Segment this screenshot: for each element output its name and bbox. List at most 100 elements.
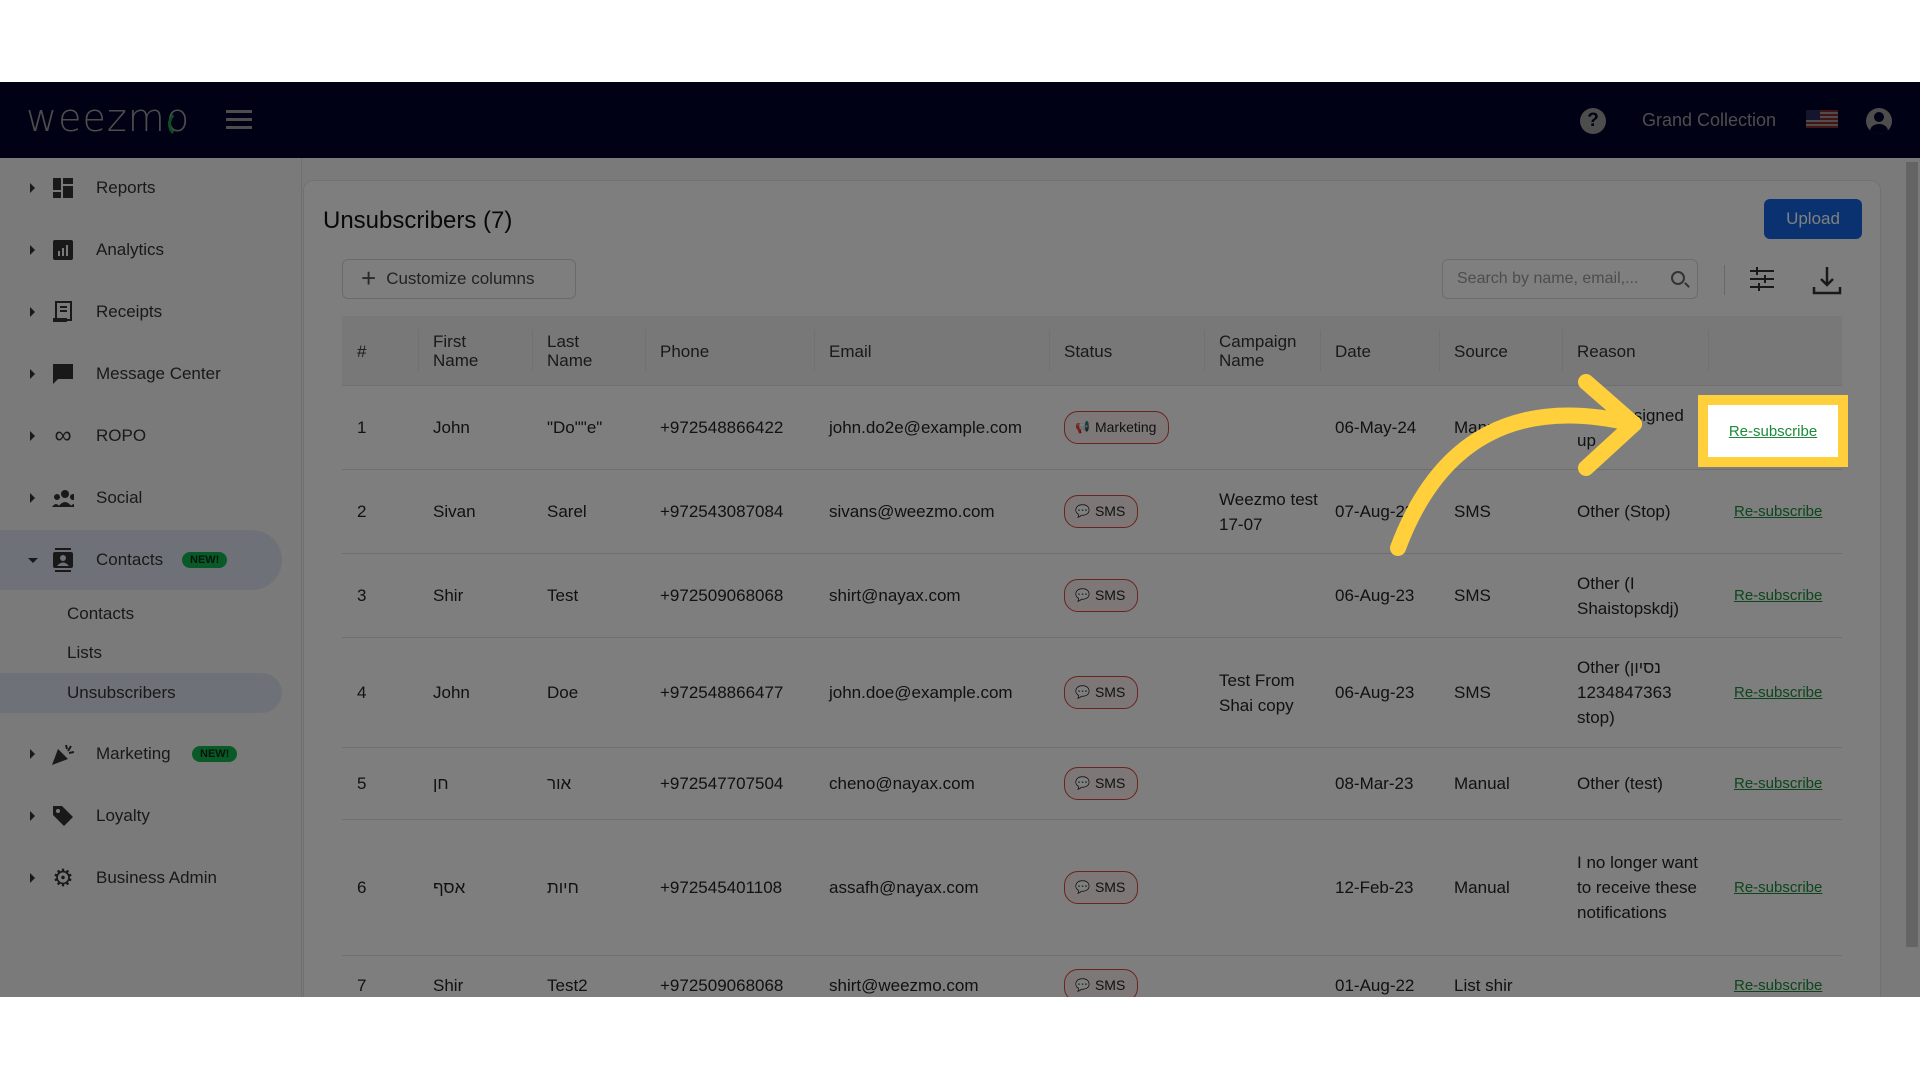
contacts-icon [52,548,74,572]
sidebar-item-label: ROPO [96,426,147,445]
sidebar-subitem-contacts[interactable]: Contacts [0,594,282,634]
gear-icon: ⚙ [52,864,74,892]
table-row[interactable]: 6 אסף חיות +972545401108 assafh@nayax.com 💬 SM… [342,820,1842,956]
chat-icon [52,363,74,385]
table-row[interactable]: 5 חן אור +972547707504 cheno@nayax.com 💬 SMS 08… [342,748,1842,820]
column-separator [1320,330,1321,372]
user-account-icon[interactable] [1866,108,1892,134]
cell-status: 💬 SMS [1064,748,1199,819]
cell-last: Test2 [547,976,588,995]
column-separator [1049,330,1050,372]
cell-action: Re-subscribe [1734,820,1834,955]
cell-campaign: Weezmo test 17-07 [1219,489,1318,534]
status-badge: 💬 SMS [1064,495,1139,528]
toolbar-divider [1724,265,1725,295]
column-header-first-name[interactable]: First Name [433,316,513,386]
column-header-last-name[interactable]: Last Name [547,316,607,386]
table-row[interactable]: 2 Sivan Sarel +972543087084 sivans@weezmo.co… [342,470,1842,554]
sidebar-subitem-unsubscribers[interactable]: Unsubscribers [0,673,282,713]
upload-button[interactable]: Upload [1764,199,1862,239]
column-separator [645,330,646,372]
cell-first: אסף [433,878,466,897]
chat-bubbles-icon: 💬 [1075,685,1090,699]
column-header-campaign-name[interactable]: Campaign Name [1219,316,1309,386]
column-header-date[interactable]: Date [1335,316,1371,386]
vertical-scrollbar[interactable] [1906,162,1918,947]
sidebar-subitem-lists[interactable]: Lists [0,633,282,673]
help-icon[interactable]: ? [1580,108,1606,134]
column-separator [1562,330,1563,372]
column-separator [418,330,419,372]
highlighted-resubscribe-box: Re-subscribe [1698,395,1848,467]
search-input[interactable] [1443,260,1663,298]
megaphone-icon: 📢 [1075,420,1090,434]
subitem-label: Contacts [67,604,135,623]
cell-date: 07-Aug-23 [1335,502,1415,521]
chat-bubbles-icon: 💬 [1075,978,1090,992]
sidebar-item-reports[interactable]: Reports [0,158,282,218]
cell-last: Sarel [547,502,587,521]
sidebar-item-social[interactable]: Social [0,468,282,528]
sidebar-item-business-admin[interactable]: ⚙ Business Admin [0,848,282,908]
resubscribe-link[interactable]: Re-subscribe [1734,680,1822,705]
sidebar-item-label: Contacts [96,550,164,569]
cell-email: john.do2e@example.com [829,418,1023,437]
resubscribe-link-highlighted[interactable]: Re-subscribe [1729,423,1817,440]
sidebar-item-contacts[interactable]: Contacts NEW! [0,530,282,590]
caret-right-icon [30,749,35,759]
cell-first: John [433,418,470,437]
cell-num: 3 [357,586,367,605]
resubscribe-link[interactable]: Re-subscribe [1734,583,1822,608]
cell-num: 7 [357,976,367,995]
dashboard-icon [52,177,74,199]
sidebar-item-receipts[interactable]: Receipts [0,282,282,342]
resubscribe-link[interactable]: Re-subscribe [1734,499,1822,524]
customize-columns-button[interactable]: + Customize columns [342,259,576,299]
menu-icon[interactable] [226,110,252,130]
caret-right-icon [30,307,35,317]
sidebar-item-message-center[interactable]: Message Center [0,344,282,404]
column-header-email[interactable]: Email [829,316,872,386]
cell-first: Sivan [433,502,476,521]
resubscribe-link[interactable]: Re-subscribe [1734,973,1822,997]
column-header-status[interactable]: Status [1064,316,1112,386]
column-separator [1708,330,1709,372]
search-box [1442,259,1698,299]
plus-icon: + [361,262,377,293]
sidebar-item-loyalty[interactable]: Loyalty [0,786,282,846]
search-icon[interactable] [1671,271,1685,285]
column-separator [1204,330,1205,372]
cell-first: John [433,683,470,702]
column-header-source[interactable]: Source [1454,316,1508,386]
cell-source: List shir [1454,976,1513,995]
sidebar-item-analytics[interactable]: Analytics [0,220,282,280]
unsubscribers-table: # First Name Last Name Phone Email Statu… [342,316,1842,997]
cell-campaign [1219,820,1319,955]
cell-reason [1577,956,1702,997]
filter-sliders-icon[interactable] [1750,267,1774,291]
cell-last: Test [547,586,579,605]
cell-phone: +972545401108 [660,878,783,897]
table-row[interactable]: 4 John Doe +972548866477 john.doe@example.co… [342,638,1842,748]
account-name[interactable]: Grand Collection [1642,110,1776,131]
cell-phone: +972548866422 [660,418,784,437]
status-badge: 📢 Marketing [1064,411,1170,444]
table-row[interactable]: 7 Shir Test2 +972509068068 shirt@weezmo.com 💬… [342,956,1842,997]
caret-right-icon [30,493,35,503]
caret-right-icon [30,245,35,255]
us-flag-icon[interactable] [1806,110,1838,128]
sidebar-item-ropo[interactable]: ∞ ROPO [0,406,282,466]
status-badge: 💬 SMS [1064,871,1139,904]
download-icon[interactable] [1812,265,1842,295]
cell-phone: +972509068068 [660,586,784,605]
column-header-phone[interactable]: Phone [660,316,709,386]
resubscribe-link[interactable]: Re-subscribe [1734,875,1822,900]
table-row[interactable]: 3 Shir Test +972509068068 shirt@nayax.com 💬 SM… [342,554,1842,638]
sidebar-item-marketing[interactable]: Marketing NEW! [0,724,282,784]
resubscribe-link[interactable]: Re-subscribe [1734,771,1822,796]
weezmo-logo[interactable]: weezmo [26,96,190,140]
table-row[interactable]: 1 John "Do""e" +972548866422 john.do2e@examp… [342,386,1842,470]
column-header-number[interactable]: # [357,316,366,386]
page-title: Unsubscribers (7) [323,207,513,234]
column-header-reason[interactable]: Reason [1577,316,1636,386]
